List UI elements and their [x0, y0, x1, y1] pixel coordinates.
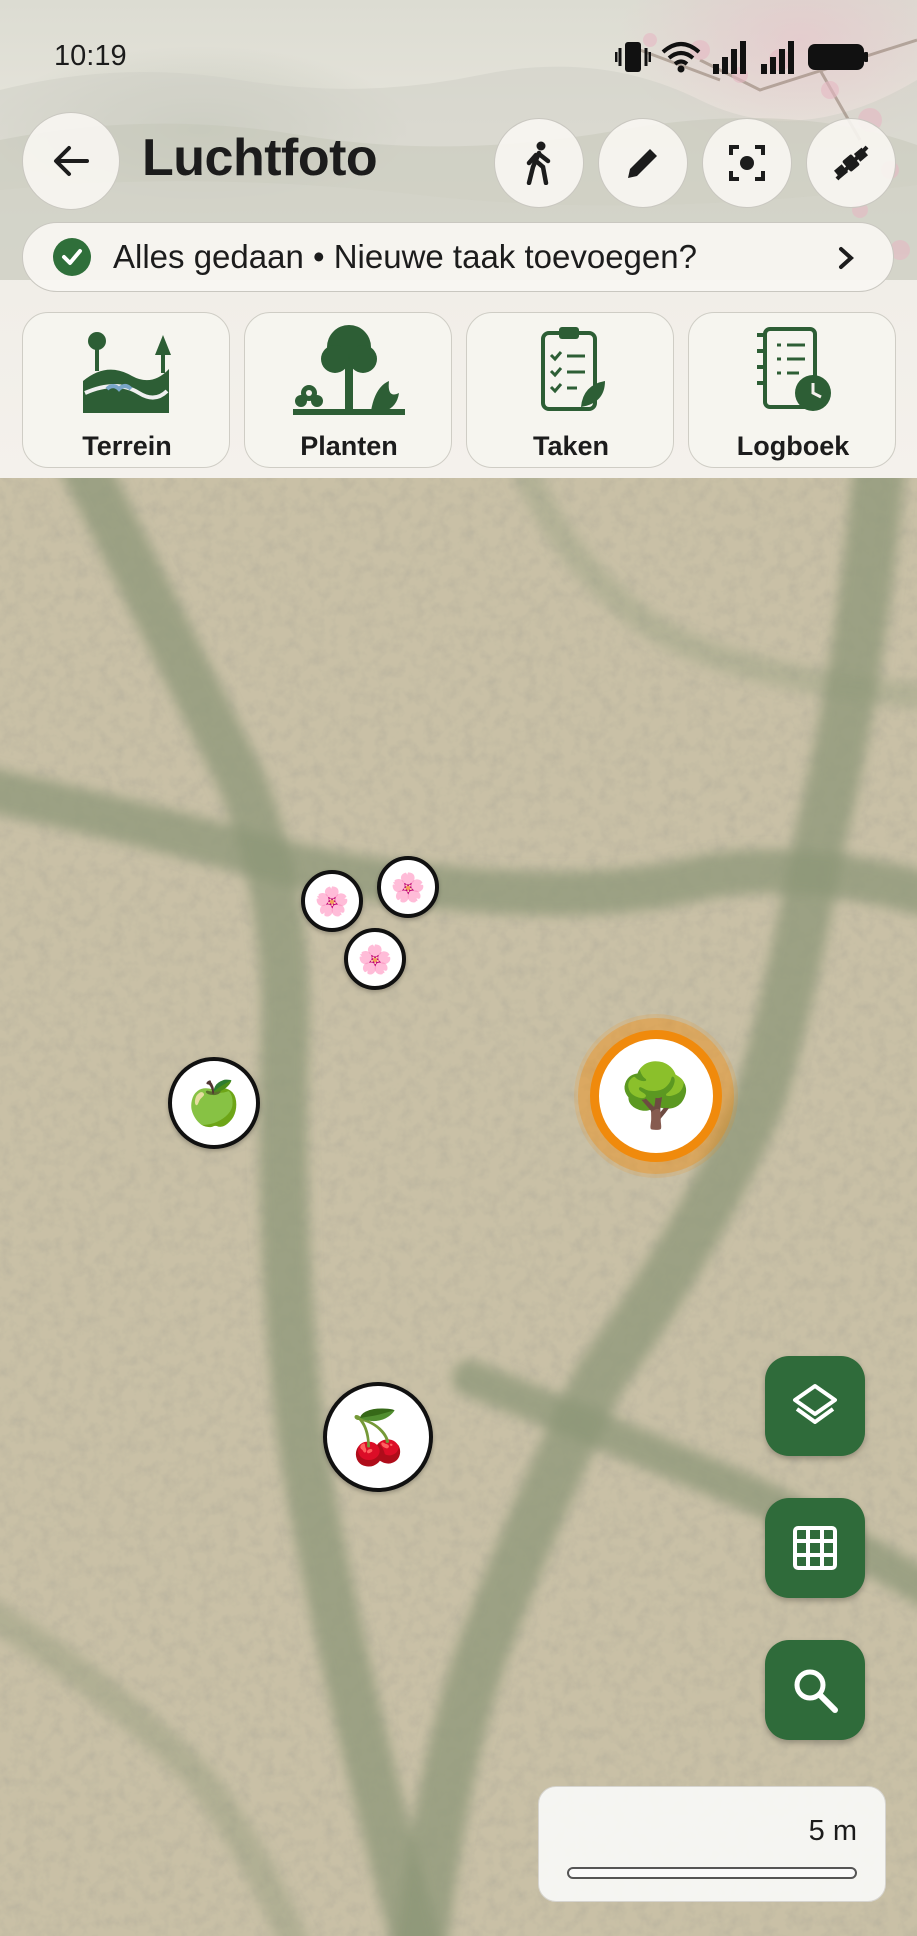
- task-status-bar[interactable]: Alles gedaan • Nieuwe taak toevoegen?: [22, 222, 894, 292]
- walk-button[interactable]: [494, 118, 584, 208]
- grid-button[interactable]: [765, 1498, 865, 1598]
- map-marker-apple[interactable]: 🍏: [168, 1057, 260, 1149]
- search-icon: [794, 1669, 838, 1713]
- back-button[interactable]: [22, 112, 120, 210]
- category-label: Terrein: [82, 431, 172, 461]
- category-label: Taken: [532, 431, 610, 461]
- pencil-icon: [628, 149, 657, 178]
- category-taken[interactable]: Taken: [466, 312, 674, 468]
- battery-icon: [808, 44, 868, 70]
- map-marker-cherry[interactable]: 🍒: [323, 1382, 433, 1492]
- category-label: Planten: [300, 431, 398, 461]
- status-icons: [615, 40, 869, 74]
- category-logboek[interactable]: Logboek: [688, 312, 896, 468]
- category-label: Logboek: [736, 431, 850, 461]
- chevron-right-icon: [839, 247, 854, 269]
- grid-icon: [793, 1526, 837, 1570]
- gps-off-button[interactable]: [806, 118, 896, 208]
- scale-label: 5 m: [808, 1815, 857, 1847]
- wifi-icon: [661, 42, 701, 73]
- focus-target-icon: [729, 145, 765, 181]
- page-title: Luchtfoto: [142, 129, 378, 187]
- category-planten[interactable]: Planten: [244, 312, 452, 468]
- tree-icon: 🌳: [617, 1061, 695, 1131]
- edit-button[interactable]: [598, 118, 688, 208]
- center-button[interactable]: [702, 118, 792, 208]
- layers-icon: [793, 1384, 837, 1424]
- plants-icon: [293, 325, 405, 415]
- scale-bar: [567, 1867, 857, 1879]
- map-marker-blossom[interactable]: 🌸: [344, 928, 406, 990]
- terrain-icon: [83, 332, 171, 413]
- logbook-clock-icon: [757, 327, 831, 411]
- apple-icon: 🍏: [186, 1079, 242, 1128]
- layers-button[interactable]: [765, 1356, 865, 1456]
- map-marker-blossom[interactable]: 🌸: [301, 870, 363, 932]
- blossom-icon: 🌸: [357, 943, 393, 975]
- map-scale: 5 m: [538, 1786, 886, 1902]
- signal-icon: [713, 41, 746, 74]
- app-header: 10:19 Luchtfoto Alles gedaan • Nieuwe ta…: [0, 0, 917, 478]
- status-time: 10:19: [54, 40, 127, 72]
- satellite-off-icon: [833, 145, 869, 181]
- vibrate-icon: [615, 42, 651, 72]
- map-marker-blossom[interactable]: 🌸: [377, 856, 439, 918]
- category-terrein[interactable]: Terrein: [22, 312, 230, 468]
- cherry-icon: 🍒: [345, 1408, 411, 1467]
- blossom-icon: 🌸: [390, 871, 426, 903]
- search-button[interactable]: [765, 1640, 865, 1740]
- clipboard-checklist-icon: [541, 327, 605, 411]
- task-status-text: Alles gedaan • Nieuwe taak toevoegen?: [113, 238, 697, 275]
- map-marker-tree-selected[interactable]: 🌳: [590, 1030, 722, 1162]
- signal-icon-2: [761, 41, 794, 74]
- arrow-left-icon: [54, 146, 89, 176]
- check-circle-icon: [53, 238, 91, 276]
- blossom-icon: 🌸: [314, 885, 350, 917]
- walking-person-icon: [526, 141, 551, 185]
